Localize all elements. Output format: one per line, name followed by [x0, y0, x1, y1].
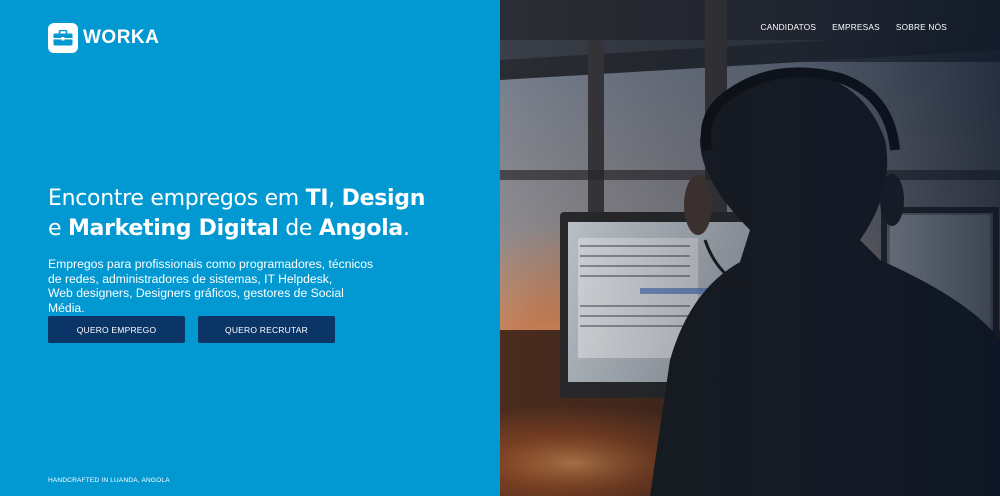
footer-credit: HANDCRAFTED IN LUANDA, ANGOLA: [48, 477, 170, 484]
hero-photo: CANDIDATOS EMPRESAS SOBRE NÓS: [500, 0, 1000, 496]
left-panel: WORKA Encontre empregos em TI, Design e …: [0, 0, 500, 496]
hero-photo-illustration: [500, 0, 1000, 496]
description-line: Empregos para profissionais como program…: [48, 257, 374, 271]
description-line: Web designers, Designers gráficos, gesto…: [48, 286, 344, 315]
hero-description: Empregos para profissionais como program…: [48, 257, 378, 315]
headline-text: .: [402, 216, 410, 241]
headline-highlight: Angola: [318, 216, 403, 241]
headline-highlight: TI: [305, 186, 329, 211]
hero: Encontre empregos em TI, Design e Market…: [48, 184, 478, 315]
want-recruit-button[interactable]: QUERO RECRUTAR: [198, 316, 335, 343]
cta-buttons: QUERO EMPREGO QUERO RECRUTAR: [48, 316, 335, 343]
headline-highlight: Marketing Digital: [67, 216, 279, 241]
nav-sobre-nos[interactable]: SOBRE NÓS: [896, 22, 947, 32]
description-line: de redes, administradores de sistemas, I…: [48, 271, 333, 286]
nav-empresas[interactable]: EMPRESAS: [832, 22, 880, 32]
hero-headline: Encontre empregos em TI, Design e Market…: [48, 184, 478, 244]
logo[interactable]: WORKA: [48, 23, 159, 53]
headline-text: de: [278, 216, 319, 241]
headline-highlight: Design: [341, 186, 426, 211]
headline-text: Encontre empregos em: [48, 186, 306, 211]
want-job-button[interactable]: QUERO EMPREGO: [48, 316, 185, 343]
nav-candidatos[interactable]: CANDIDATOS: [761, 22, 817, 32]
headline-text: e: [48, 216, 68, 241]
brand-name: WORKA: [83, 27, 160, 48]
headline-text: ,: [328, 186, 342, 211]
top-nav: CANDIDATOS EMPRESAS SOBRE NÓS: [761, 22, 948, 32]
briefcase-icon: [48, 23, 78, 53]
